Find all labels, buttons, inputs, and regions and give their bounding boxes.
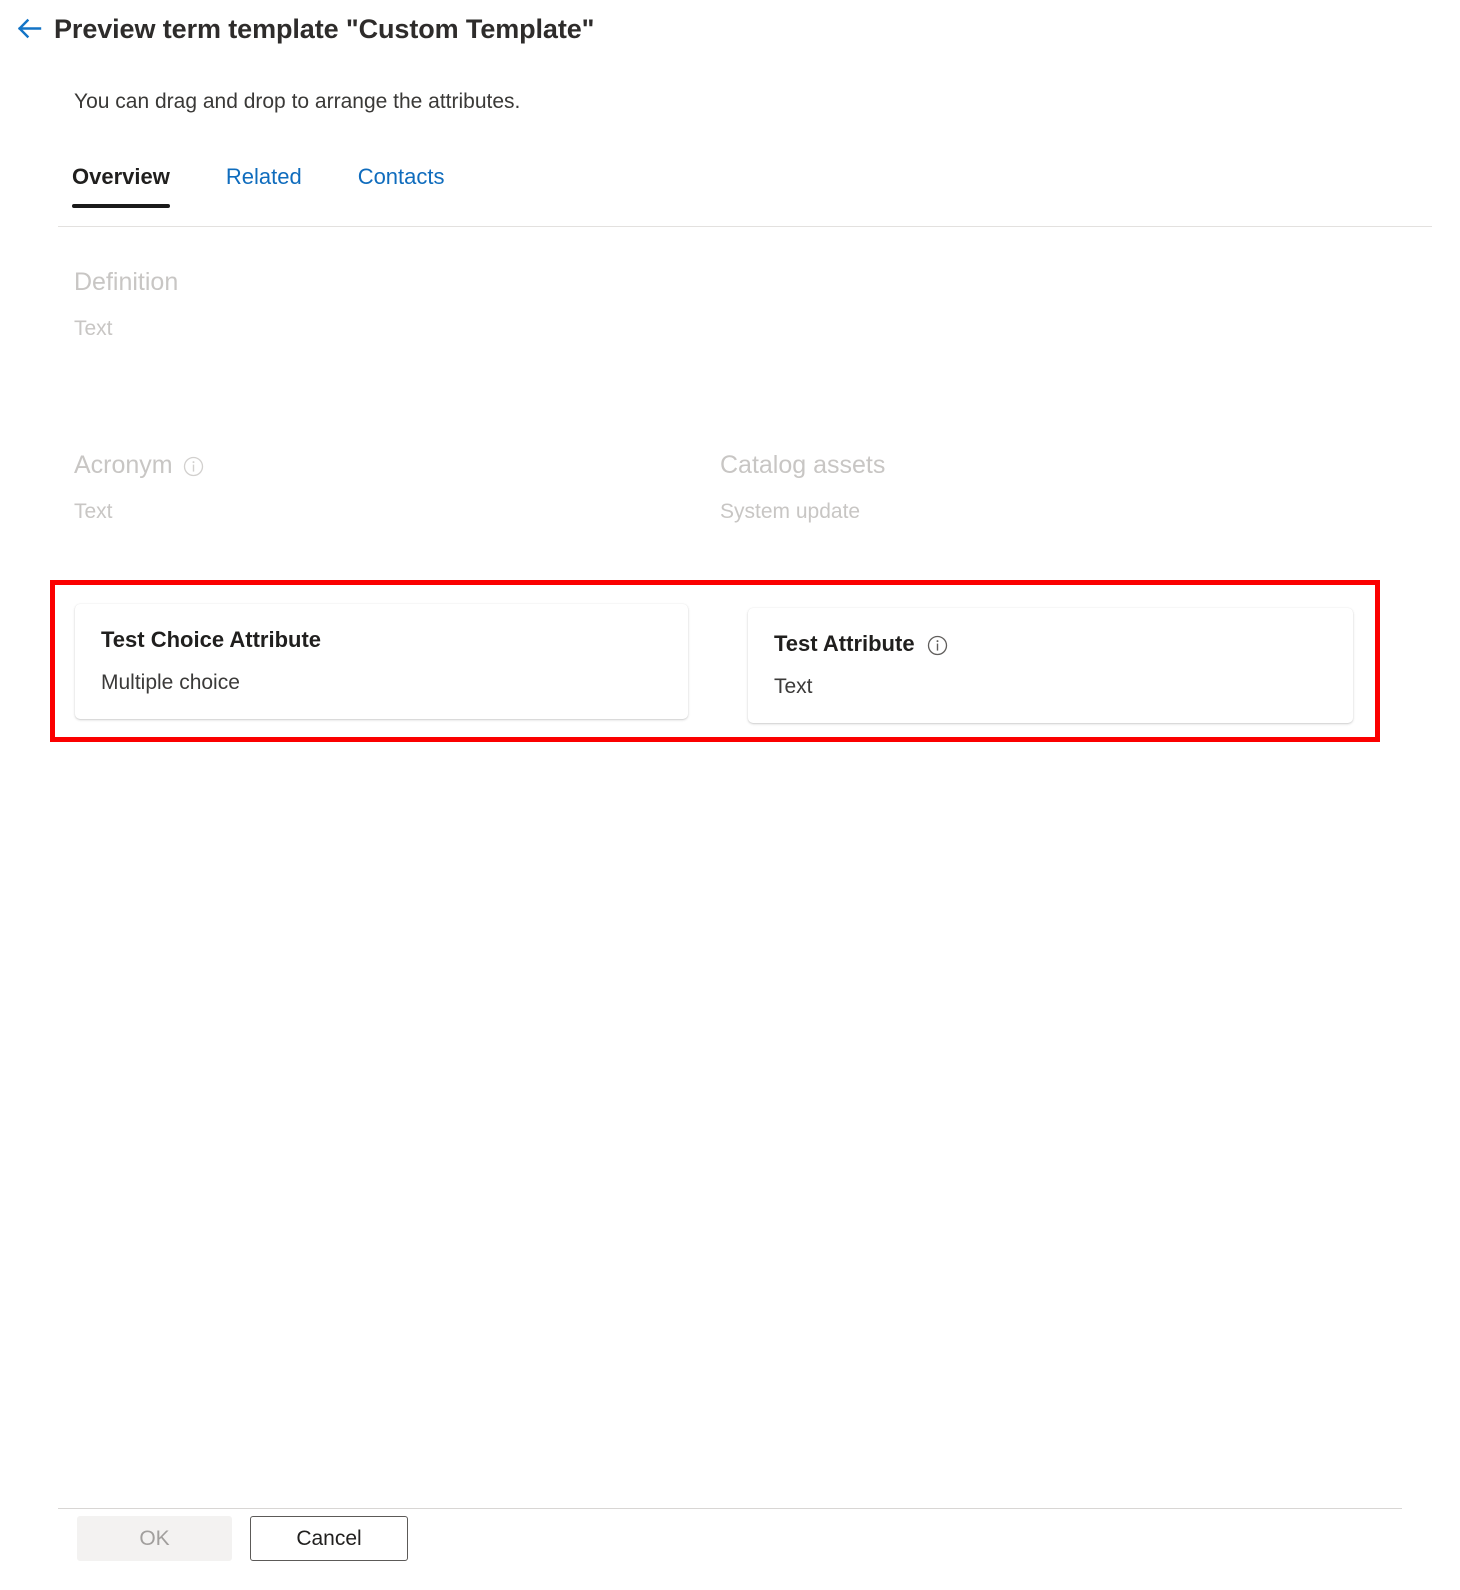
page-title: Preview term template "Custom Template" <box>54 14 594 45</box>
field-label-text: Catalog assets <box>720 451 885 480</box>
attribute-card-test-choice-attribute[interactable]: Test Choice Attribute Multiple choice <box>75 604 688 719</box>
attribute-card-title: Test Choice Attribute <box>101 627 662 653</box>
disabled-field-definition: Definition Text <box>74 268 720 341</box>
info-circle-icon[interactable] <box>927 635 948 656</box>
footer-divider <box>58 1508 1402 1509</box>
back-arrow-icon[interactable] <box>10 10 48 48</box>
tab-bar-divider <box>58 226 1432 227</box>
disabled-field-row: Definition Text <box>74 268 1394 341</box>
attribute-card-test-attribute[interactable]: Test Attribute Text <box>748 608 1353 723</box>
field-label: Acronym <box>74 451 720 480</box>
attribute-card-title-text: Test Attribute <box>774 631 915 657</box>
field-value: Text <box>74 500 720 524</box>
instruction-text: You can drag and drop to arrange the att… <box>74 90 520 114</box>
field-value: Text <box>74 317 720 341</box>
field-value: System update <box>720 500 1366 524</box>
attribute-card-type: Multiple choice <box>101 671 662 695</box>
page-header: Preview term template "Custom Template" <box>0 0 1460 58</box>
attribute-card-title: Test Attribute <box>774 631 1327 657</box>
disabled-field-catalog-assets: Catalog assets System update <box>720 451 1366 524</box>
disabled-field-row: Acronym Text Catalog assets System updat… <box>74 451 1394 524</box>
field-label-text: Acronym <box>74 451 173 480</box>
field-label: Catalog assets <box>720 451 1366 480</box>
disabled-fields-grid: Definition Text Acronym Text Cata <box>74 268 1394 524</box>
cancel-button[interactable]: Cancel <box>250 1516 408 1561</box>
attribute-cards-container: Test Choice Attribute Multiple choice Te… <box>75 604 1360 723</box>
footer-actions: OK Cancel <box>77 1516 408 1561</box>
attribute-card-type: Text <box>774 675 1327 699</box>
attribute-card-title-text: Test Choice Attribute <box>101 627 321 653</box>
tab-related[interactable]: Related <box>226 164 302 208</box>
tab-bar: Overview Related Contacts <box>72 164 1432 230</box>
disabled-field-empty <box>720 268 1366 341</box>
field-label-text: Definition <box>74 268 178 297</box>
ok-button[interactable]: OK <box>77 1516 232 1561</box>
tab-overview[interactable]: Overview <box>72 164 170 208</box>
disabled-field-acronym: Acronym Text <box>74 451 720 524</box>
tab-contacts[interactable]: Contacts <box>358 164 445 208</box>
field-label: Definition <box>74 268 720 297</box>
info-circle-icon <box>183 456 204 477</box>
